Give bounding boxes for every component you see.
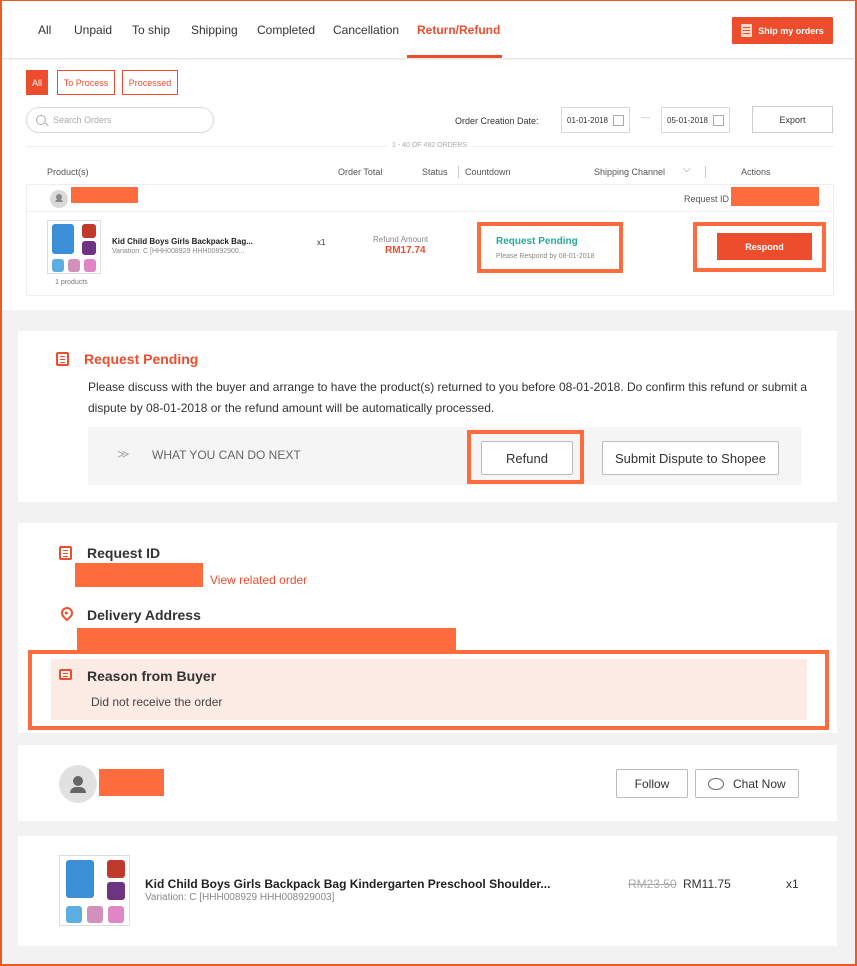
chat-now-label: Chat Now [733, 776, 786, 791]
col-status: Status [422, 167, 448, 177]
tab-all[interactable]: All [38, 23, 51, 37]
product-name[interactable]: Kid Child Boys Girls Backpack Bag... [112, 237, 253, 246]
export-button[interactable]: Export [752, 106, 833, 133]
status-deadline: Please Respond by 08-01-2018 [496, 253, 595, 260]
chat-now-button[interactable]: Chat Now [695, 769, 799, 798]
backpack-image [84, 259, 96, 272]
quantity: x1 [786, 877, 799, 891]
refund-amount-label: Refund Amount [373, 235, 429, 244]
redacted-username [71, 187, 138, 203]
date-from-field[interactable]: 01-01-2018 [561, 107, 630, 133]
submit-dispute-button[interactable]: Submit Dispute to Shopee [602, 441, 779, 475]
filter-processed[interactable]: Processed [122, 70, 178, 95]
refund-amount: RM17.74 [385, 245, 426, 256]
clipboard-icon [741, 24, 753, 37]
col-shipping-channel[interactable]: Shipping Channel [594, 167, 665, 177]
col-divider [705, 166, 706, 178]
status-title: Request Pending [496, 236, 578, 247]
backpack-image [66, 906, 82, 923]
ship-my-orders-label: Ship my orders [758, 25, 824, 36]
date-separator: — [641, 112, 650, 122]
user-icon [73, 776, 83, 786]
request-id-label: Request ID [684, 194, 730, 204]
date-to-value: 05-01-2018 [667, 115, 708, 125]
backpack-image [108, 906, 124, 923]
tab-bar: All Unpaid To ship Shipping Completed Ca… [2, 1, 854, 59]
product-name[interactable]: Kid Child Boys Girls Backpack Bag Kinder… [145, 877, 550, 891]
product-thumbnail[interactable] [59, 855, 130, 926]
buyer-avatar [50, 190, 68, 208]
pending-title: Request Pending [84, 351, 199, 367]
backpack-image [107, 882, 125, 900]
redacted-address [77, 628, 456, 650]
highlight-box [477, 222, 623, 273]
chat-icon [708, 777, 724, 790]
backpack-image [52, 224, 74, 254]
order-creation-date-label: Order Creation Date: [455, 116, 539, 126]
respond-button[interactable]: Respond [717, 233, 812, 260]
col-order-total: Order Total [338, 167, 383, 177]
col-actions: Actions [741, 167, 771, 177]
products-count: 1 products [55, 279, 88, 286]
buyer-avatar[interactable] [59, 765, 97, 803]
double-chevron-icon: ≫ [117, 447, 130, 461]
col-divider [458, 166, 459, 178]
discounted-price: RM11.75 [683, 877, 731, 891]
follow-button[interactable]: Follow [616, 769, 688, 798]
product-variation: Variation: C [HHH008929 HHH008929003] [145, 892, 335, 903]
backpack-image [82, 241, 96, 255]
tab-return-refund[interactable]: Return/Refund [417, 23, 500, 37]
search-input[interactable]: Search Orders [26, 107, 214, 133]
product-thumbnail[interactable] [47, 220, 101, 274]
ship-my-orders-button[interactable]: Ship my orders [732, 17, 833, 44]
calendar-icon [713, 115, 724, 126]
highlight-box [28, 650, 829, 730]
search-placeholder: Search Orders [53, 115, 112, 125]
col-countdown: Countdown [465, 167, 511, 177]
redacted-request-id [75, 563, 203, 587]
col-products: Product(s) [47, 167, 89, 177]
delivery-address-heading: Delivery Address [87, 607, 201, 623]
chevron-down-icon[interactable]: ⌵ [683, 164, 691, 175]
quantity: x1 [317, 238, 326, 247]
backpack-image [68, 259, 80, 272]
tab-completed[interactable]: Completed [257, 23, 315, 37]
reason-text: Did not receive the order [91, 695, 223, 709]
search-icon [36, 115, 46, 125]
document-icon [59, 546, 72, 560]
backpack-image [82, 224, 96, 238]
tab-cancellation[interactable]: Cancellation [333, 23, 399, 37]
message-icon [59, 669, 72, 680]
pending-description: Please discuss with the buyer and arrang… [88, 380, 808, 415]
original-price: RM23.50 [628, 877, 677, 891]
redacted-username [99, 769, 164, 796]
product-variation: Variation: C [HHH008929 HHH00892900... [112, 248, 245, 255]
backpack-image [87, 906, 103, 923]
tab-unpaid[interactable]: Unpaid [74, 23, 112, 37]
active-tab-indicator [407, 55, 502, 58]
divider [26, 211, 834, 212]
redacted-request-id [731, 187, 819, 206]
tab-to-ship[interactable]: To ship [132, 23, 170, 37]
orders-count: 1 - 40 OF 492 ORDERS [388, 142, 472, 149]
date-to-field[interactable]: 05-01-2018 [661, 107, 730, 133]
view-related-order-link[interactable]: View related order [210, 573, 307, 587]
filter-all[interactable]: All [26, 70, 48, 95]
date-from-value: 01-01-2018 [567, 115, 608, 125]
reason-heading: Reason from Buyer [87, 668, 217, 684]
user-icon-body [70, 787, 86, 793]
backpack-image [52, 259, 64, 272]
calendar-icon [613, 115, 624, 126]
backpack-image [66, 860, 94, 898]
product-panel [18, 836, 837, 946]
refund-button[interactable]: Refund [481, 441, 573, 475]
document-icon [56, 352, 69, 366]
request-id-heading: Request ID [87, 545, 161, 561]
tab-shipping[interactable]: Shipping [191, 23, 238, 37]
backpack-image [107, 860, 125, 878]
next-steps-label: WHAT YOU CAN DO NEXT [152, 448, 301, 462]
filter-to-process[interactable]: To Process [57, 70, 115, 95]
